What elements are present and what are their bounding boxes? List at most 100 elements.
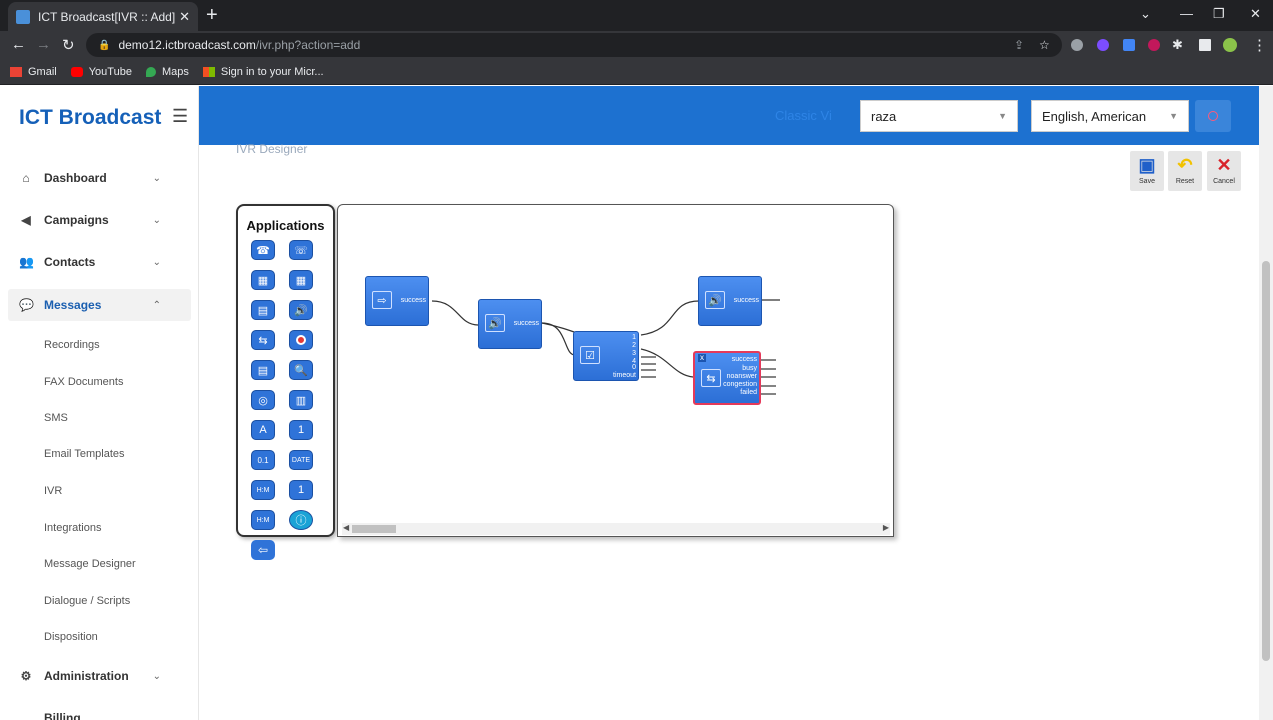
bookmark-youtube[interactable]: YouTube (70, 66, 132, 78)
sidebar-sub-integrations[interactable]: Integrations (44, 522, 101, 534)
bookmark-gmail[interactable]: Gmail (10, 66, 57, 78)
hangup-icon[interactable]: ☏ (289, 240, 313, 260)
classic-view-link[interactable]: Classic Vi (775, 108, 832, 123)
sidebar-sub-fax-documents[interactable]: FAX Documents (44, 376, 123, 388)
hamburger-menu-icon[interactable]: ☰ (172, 106, 188, 127)
sidebar-sub-email-templates[interactable]: Email Templates (44, 448, 125, 460)
sidebar-sub-sms[interactable]: SMS (44, 412, 68, 424)
language-select[interactable]: English, American ▼ (1031, 100, 1189, 132)
extension-globe-icon[interactable] (1071, 39, 1083, 51)
cancel-button[interactable]: ✕ Cancel (1207, 151, 1241, 191)
port-success[interactable]: success (514, 320, 539, 327)
say-number-icon[interactable]: 1 (289, 420, 313, 440)
menu-list-icon[interactable]: ▤ (251, 360, 275, 380)
calendar-grid-icon[interactable]: ▦ (289, 270, 313, 290)
scrollbar-thumb[interactable] (352, 525, 396, 533)
maps-icon (145, 66, 156, 77)
canvas-horizontal-scrollbar[interactable]: ◀ ▶ (342, 523, 890, 535)
ivr-canvas[interactable]: ⇨ success 🔊 success ☑ 1 2 3 4 0 timeout … (337, 204, 894, 537)
say-digits-icon[interactable]: 0.1 (251, 450, 275, 470)
share-icon[interactable]: ⇪ (1014, 38, 1024, 52)
extension-gear-icon[interactable] (1097, 39, 1109, 51)
browser-tab[interactable]: ICT Broadcast[IVR :: Add] ✕ (8, 2, 198, 31)
back-icon[interactable]: ← (11, 36, 26, 53)
url-input[interactable]: 🔒 demo12.ictbroadcast.com /ivr.php?actio… (86, 33, 1062, 57)
say-time-icon[interactable]: H:M (251, 480, 275, 500)
port-noanswer[interactable]: noanswer (727, 373, 757, 380)
close-window-icon[interactable]: ✕ (1250, 6, 1261, 22)
port-1[interactable]: 1 (632, 334, 636, 341)
menu-kebab-icon[interactable]: ⋮ (1252, 36, 1267, 54)
sidebar-sub-message-designer[interactable]: Message Designer (44, 558, 136, 570)
sidebar-item-campaigns[interactable]: ◀ Campaigns ⌄ (8, 204, 191, 236)
port-timeout[interactable]: timeout (613, 372, 636, 379)
node-close-icon[interactable]: x (698, 354, 706, 362)
ivr-node-play-2[interactable]: 🔊 success (698, 276, 762, 326)
minimize-icon[interactable]: — (1180, 6, 1193, 21)
answer-call-icon[interactable]: ☎ (251, 240, 275, 260)
ivr-node-play[interactable]: 🔊 success (478, 299, 542, 349)
calendar-icon[interactable]: ▦ (251, 270, 275, 290)
info-icon[interactable]: ⓘ (289, 510, 313, 530)
page-vertical-scrollbar[interactable] (1259, 86, 1273, 720)
say-number-alt-icon[interactable]: 1 (289, 480, 313, 500)
profile-avatar-icon[interactable] (1223, 38, 1237, 52)
sidebar-item-dashboard[interactable]: ⌂ Dashboard ⌄ (8, 162, 191, 194)
new-tab-icon[interactable]: + (206, 5, 218, 25)
reset-button[interactable]: ↶ Reset (1168, 151, 1202, 191)
sidebar-item-administration[interactable]: ⚙ Administration ⌄ (8, 660, 191, 692)
bookmark-maps[interactable]: Maps (145, 66, 189, 78)
floppy-disk-icon: ▣ (1138, 155, 1156, 175)
close-x-icon: ✕ (1216, 155, 1232, 175)
power-button[interactable] (1195, 100, 1231, 132)
scrollbar-thumb[interactable] (1262, 261, 1270, 661)
ivr-node-transfer[interactable]: x ⇆ success busy noanswer congestion fai… (693, 351, 761, 405)
save-button[interactable]: ▣ Save (1130, 151, 1164, 191)
port-failed[interactable]: failed (740, 389, 757, 396)
record-icon[interactable] (289, 330, 313, 350)
port-0[interactable]: 0 (632, 364, 636, 371)
bookmark-star-icon[interactable]: ☆ (1039, 38, 1050, 52)
bookmark-microsoft[interactable]: Sign in to your Micr... (202, 66, 324, 78)
extension-screen-icon[interactable] (1123, 39, 1135, 51)
sidebar-item-billing[interactable]: Billing (8, 702, 191, 720)
search-icon[interactable]: 🔍 (289, 360, 313, 380)
document-icon[interactable]: ▥ (289, 390, 313, 410)
extensions-puzzle-icon[interactable]: ✱ (1172, 37, 1183, 53)
ivr-node-start[interactable]: ⇨ success (365, 276, 429, 326)
extension-circle-icon[interactable] (1148, 39, 1160, 51)
close-tab-icon[interactable]: ✕ (179, 9, 190, 25)
say-time-alt-icon[interactable]: H:M (251, 510, 275, 530)
port-success[interactable]: success (401, 297, 426, 304)
port-3[interactable]: 3 (632, 350, 636, 357)
sidebar-sub-recordings[interactable]: Recordings (44, 339, 100, 351)
scroll-right-icon[interactable]: ▶ (883, 523, 889, 532)
forward-icon[interactable]: → (36, 36, 51, 53)
scroll-left-icon[interactable]: ◀ (343, 523, 349, 532)
sidebar-item-contacts[interactable]: 👥 Contacts ⌄ (8, 246, 191, 278)
sidebar-sub-ivr[interactable]: IVR (44, 485, 62, 497)
megaphone-icon: ◀ (21, 213, 31, 227)
port-success[interactable]: success (734, 297, 759, 304)
brand-logo[interactable]: ICT Broadcast (19, 106, 161, 130)
restore-icon[interactable]: ❐ (1213, 6, 1225, 22)
port-busy[interactable]: busy (742, 365, 757, 372)
form-icon[interactable]: ▤ (251, 300, 275, 320)
tab-search-icon[interactable]: ⌄ (1140, 6, 1151, 22)
sidebar-item-messages[interactable]: 💬 Messages ⌃ (8, 289, 191, 321)
say-date-icon[interactable]: DATE (289, 450, 313, 470)
port-2[interactable]: 2 (632, 342, 636, 349)
reload-icon[interactable]: ↻ (62, 36, 75, 54)
user-select[interactable]: raza ▼ (860, 100, 1018, 132)
port-success[interactable]: success (732, 356, 757, 363)
play-audio-icon[interactable]: 🔊 (289, 300, 313, 320)
port-congestion[interactable]: congestion (723, 381, 757, 388)
ivr-node-menu[interactable]: ☑ 1 2 3 4 0 timeout (573, 331, 639, 381)
transfer-icon[interactable]: ⇆ (251, 330, 275, 350)
sidepanel-icon[interactable] (1199, 39, 1211, 51)
sidebar-sub-disposition[interactable]: Disposition (44, 631, 98, 643)
sidebar-sub-dialogue-scripts[interactable]: Dialogue / Scripts (44, 595, 130, 607)
globe-icon[interactable]: ◎ (251, 390, 275, 410)
say-alpha-icon[interactable]: A (251, 420, 275, 440)
back-arrow-icon[interactable]: ⇦ (251, 540, 275, 560)
